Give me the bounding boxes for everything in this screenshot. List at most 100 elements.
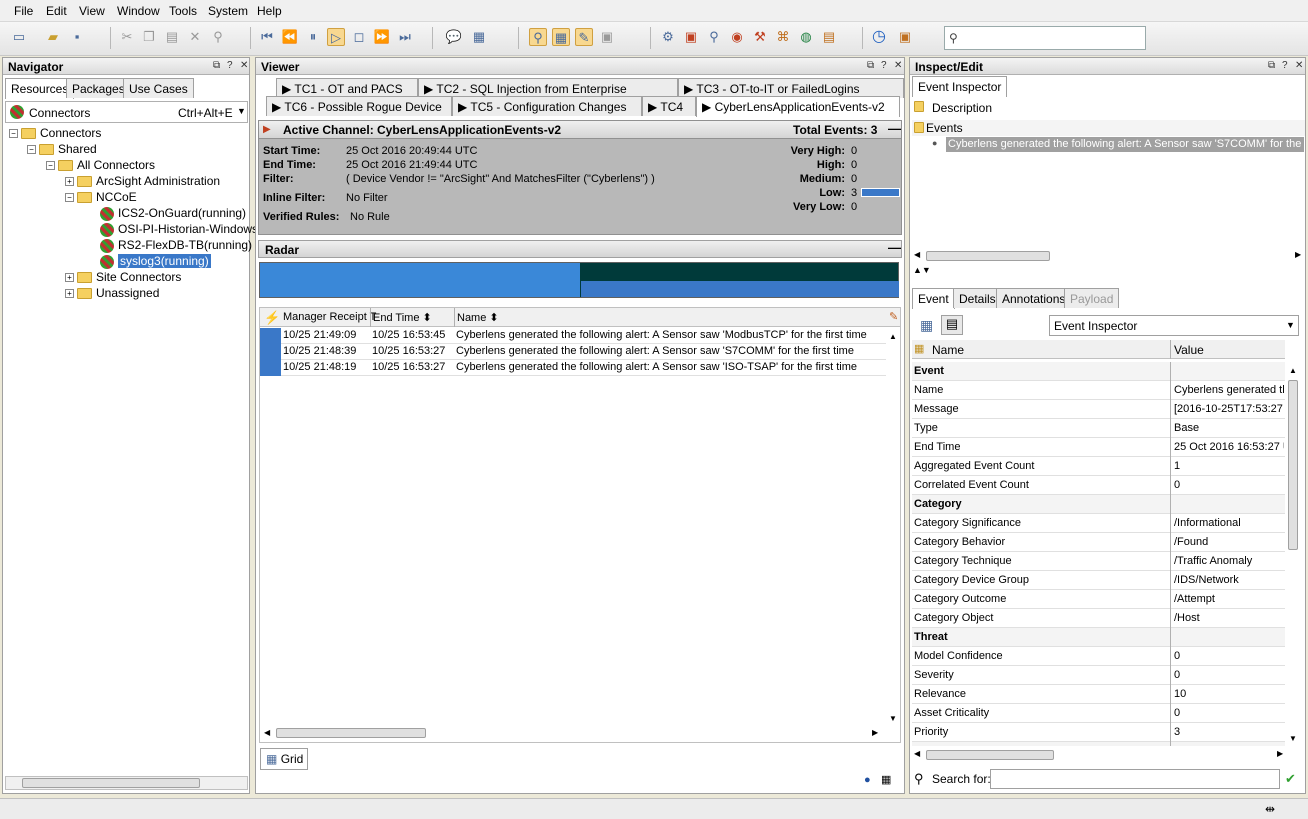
help-icon[interactable]: ? (1282, 60, 1288, 71)
find-icon[interactable]: ⚲ (209, 28, 227, 46)
layers-icon[interactable]: ▦ (470, 28, 488, 46)
tree-osi-pi[interactable]: OSI-PI-Historian-Windows( (100, 221, 262, 237)
col-end-time[interactable]: End Time ⬍ (373, 311, 432, 324)
props-row[interactable]: Name Cyberlens generated th (912, 381, 1285, 400)
menu-help[interactable]: Help (257, 4, 282, 18)
broadcast-icon[interactable]: ◉ (728, 28, 746, 46)
tree-ics2-onguard[interactable]: ICS2-OnGuard(running) (100, 205, 246, 221)
paste-icon[interactable]: ▤ (163, 28, 181, 46)
edit-icon[interactable]: ✎ (575, 28, 593, 46)
collapse-icon[interactable]: — (888, 240, 901, 255)
navigator-hscrollbar[interactable] (5, 776, 248, 790)
table-row[interactable]: 10/25 21:49:09 10/25 16:53:45 Cyberlens … (260, 328, 886, 344)
save-icon[interactable]: ▪ (68, 28, 86, 46)
props-row[interactable]: Asset Criticality 0 (912, 704, 1285, 723)
tab-event[interactable]: Event (912, 288, 955, 309)
tab-details[interactable]: Details (953, 288, 1002, 308)
props-vscrollbar[interactable]: ▲ ▼ (1287, 362, 1301, 746)
tree-all-connectors[interactable]: − All Connectors (46, 157, 155, 173)
props-row[interactable]: Type Base (912, 419, 1285, 438)
grid-hscrollbar[interactable]: ◀ ▶ (260, 727, 886, 741)
info-icon[interactable]: ● (864, 774, 871, 786)
props-row[interactable]: Category Device Group/IDS/Network (912, 571, 1285, 590)
network-icon[interactable]: ⚙ (659, 28, 677, 46)
menu-edit[interactable]: Edit (46, 4, 67, 18)
selected-event-item[interactable]: Cyberlens generated the following alert:… (946, 137, 1304, 152)
report-icon[interactable]: ▤ (820, 28, 838, 46)
copy-icon[interactable]: ❐ (140, 28, 158, 46)
props-row[interactable]: Category Outcome/Attempt (912, 590, 1285, 609)
open-folder-icon[interactable]: ▰ (44, 28, 62, 46)
tab-payload[interactable]: Payload (1064, 288, 1120, 308)
tab-tc1[interactable]: ▶ TC1 - OT and PACS (276, 78, 418, 98)
help-icon[interactable]: ? (881, 60, 887, 71)
calendar-icon[interactable]: ▣ (896, 28, 914, 46)
inspect-icon[interactable]: ⚲ (705, 28, 723, 46)
tree-nccoe[interactable]: − NCCoE (65, 189, 137, 205)
tree-shared[interactable]: − Shared (27, 141, 97, 157)
props-row[interactable]: Severity 0 (912, 666, 1285, 685)
props-row[interactable]: Priority 3 (912, 723, 1285, 742)
grid-view-icon[interactable]: ▦ (552, 28, 570, 46)
help-icon[interactable]: ? (227, 60, 233, 71)
close-icon[interactable]: ✕ (894, 60, 902, 71)
splitter-arrows-icon[interactable]: ▲▼ (913, 265, 931, 275)
props-row[interactable]: Aggregated Event Count 1 (912, 457, 1285, 476)
resource-type-dropdown[interactable]: Connectors Ctrl+Alt+E ▼ (5, 101, 248, 123)
props-row[interactable]: Correlated Event Count 0 (912, 476, 1285, 495)
play-icon[interactable]: ▷ (327, 28, 345, 46)
tab-cyberlens[interactable]: ▶ CyberLensApplicationEvents-v2 (696, 96, 900, 117)
collapse-icon[interactable]: — (888, 121, 901, 136)
disabled-icon[interactable]: ▣ (598, 28, 616, 46)
first-icon[interactable]: ⏮ (258, 28, 276, 46)
tab-tc6[interactable]: ▶ TC6 - Possible Rogue Device (266, 96, 452, 116)
table-view-icon[interactable]: ▦ (920, 317, 933, 334)
tab-tc4[interactable]: ▶ TC4 (642, 96, 696, 116)
resize-grip-icon[interactable]: ⇹ (1265, 802, 1275, 816)
tab-annotations[interactable]: Annotations (996, 288, 1072, 308)
cut-icon[interactable]: ✂ (118, 28, 136, 46)
tab-packages[interactable]: Packages (66, 78, 131, 98)
inspector-view-dropdown[interactable]: Event Inspector ▼ (1049, 315, 1299, 336)
clock-icon[interactable]: ◷ (870, 28, 888, 46)
tree-arcsight-admin[interactable]: + ArcSight Administration (65, 173, 220, 189)
menu-file[interactable]: File (14, 4, 33, 18)
forward-icon[interactable]: ⏩ (373, 28, 391, 46)
stop-icon[interactable]: ◻ (350, 28, 368, 46)
menu-tools[interactable]: Tools (169, 4, 197, 18)
props-row[interactable]: Category Behavior/Found (912, 533, 1285, 552)
tab-tc3[interactable]: ▶ TC3 - OT-to-IT or FailedLogins (678, 78, 904, 98)
tab-resources[interactable]: Resources (5, 78, 75, 99)
pencil-icon[interactable]: ✎ (889, 310, 898, 323)
check-icon[interactable]: ✔ (1285, 771, 1296, 787)
restore-icon[interactable]: ⧉ (1268, 60, 1275, 71)
tree-view-icon[interactable]: ▤ (941, 315, 963, 335)
table-row[interactable]: 10/25 21:48:19 10/25 16:53:27 Cyberlens … (260, 360, 886, 376)
new-icon[interactable]: ▭ (10, 28, 28, 46)
col-manager-receipt[interactable]: Manager Receipt T (283, 311, 376, 323)
inspector-search-input[interactable] (990, 769, 1280, 789)
last-icon[interactable]: ⏭ (396, 28, 414, 46)
nodes-icon[interactable]: ⌘ (774, 28, 792, 46)
tab-use-cases[interactable]: Use Cases (123, 78, 194, 98)
delete-icon[interactable]: ✕ (186, 28, 204, 46)
tab-event-inspector[interactable]: Event Inspector (912, 76, 1008, 97)
toolbar-search-input[interactable]: ⚲ (944, 26, 1146, 50)
rewind-icon[interactable]: ⏪ (281, 28, 299, 46)
tree-hscrollbar[interactable]: ◀ ▶ (912, 250, 1305, 264)
menu-system[interactable]: System (208, 4, 248, 18)
col-name[interactable]: Name ⬍ (457, 311, 499, 324)
events-node[interactable]: Events (912, 120, 1305, 136)
menu-window[interactable]: Window (117, 4, 160, 18)
tree-connectors[interactable]: − Connectors (9, 125, 101, 141)
tree-rs2-flexdb[interactable]: RS2-FlexDB-TB(running) (100, 237, 252, 253)
props-row[interactable]: Category Significance/Informational (912, 514, 1285, 533)
tab-grid[interactable]: ▦ Grid (260, 748, 308, 770)
layout-menu-icon[interactable]: ▦ (881, 773, 891, 786)
zoom-icon[interactable]: ⚲ (529, 28, 547, 46)
restore-icon[interactable]: ⧉ (867, 60, 874, 71)
props-row[interactable]: Message [2016-10-25T17:53:27 (912, 400, 1285, 419)
chart-icon[interactable]: ▣ (682, 28, 700, 46)
close-icon[interactable]: ✕ (1295, 60, 1303, 71)
props-row[interactable]: Relevance 10 (912, 685, 1285, 704)
